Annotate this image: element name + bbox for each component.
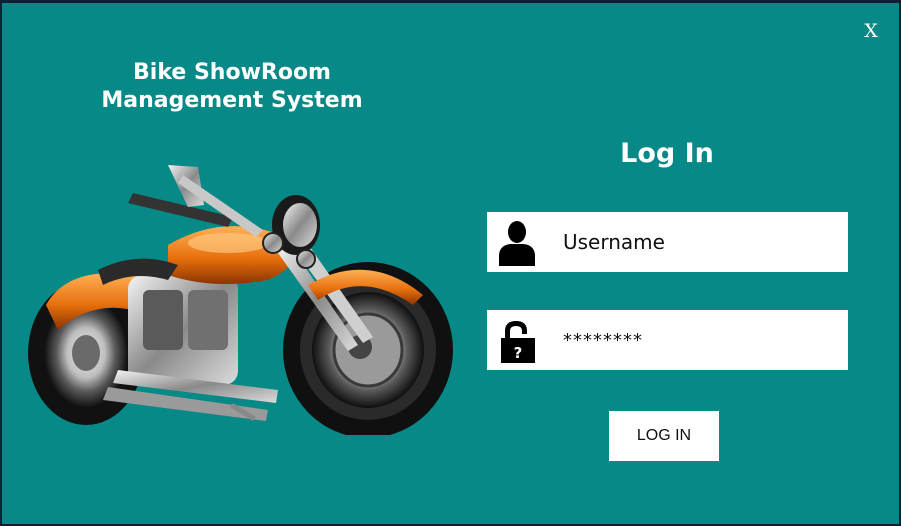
svg-text:?: ? — [514, 344, 523, 362]
app-title-line-2: Management System — [101, 88, 363, 113]
user-icon — [499, 221, 535, 266]
login-window: X Bike ShowRoom Management System Log In… — [2, 3, 899, 524]
password-input[interactable] — [563, 322, 833, 358]
username-input[interactable] — [563, 224, 833, 260]
username-field[interactable] — [487, 212, 848, 272]
password-field[interactable]: ? — [487, 310, 848, 370]
close-button[interactable]: X — [860, 20, 882, 42]
motorcycle-illustration — [28, 165, 453, 435]
padlock-icon: ? — [501, 321, 535, 363]
login-heading: Log In — [620, 138, 714, 169]
app-title: Bike ShowRoom Management System — [84, 59, 380, 115]
app-title-line-1: Bike ShowRoom — [133, 60, 331, 85]
login-button[interactable]: LOG IN — [609, 411, 719, 461]
